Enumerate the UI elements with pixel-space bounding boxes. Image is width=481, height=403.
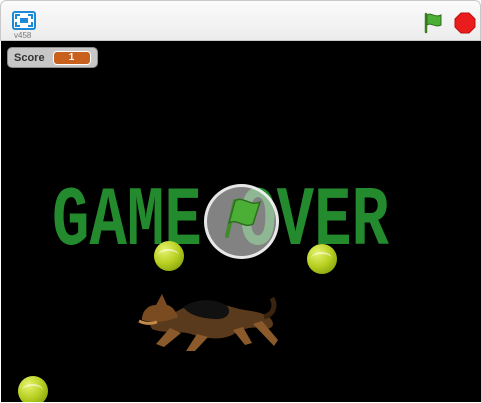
stage[interactable]: Score 1 GAME OVER (1, 41, 481, 402)
stop-icon (454, 12, 476, 34)
fullscreen-button[interactable] (11, 10, 37, 31)
green-flag-icon (424, 12, 442, 34)
green-flag-button[interactable] (422, 12, 444, 34)
green-flag-overlay-button[interactable] (204, 184, 279, 259)
dog-sprite (138, 294, 278, 351)
scratch-player: v458 Score 1 GAME OVER (0, 0, 481, 403)
version-label: v458 (14, 31, 32, 40)
stop-button[interactable] (454, 12, 476, 34)
tennis-ball (18, 376, 48, 402)
tennis-ball (307, 244, 337, 274)
green-flag-icon (225, 198, 262, 238)
player-toolbar: v458 (0, 0, 481, 41)
fullscreen-icon (12, 11, 36, 30)
tennis-ball (154, 241, 184, 271)
